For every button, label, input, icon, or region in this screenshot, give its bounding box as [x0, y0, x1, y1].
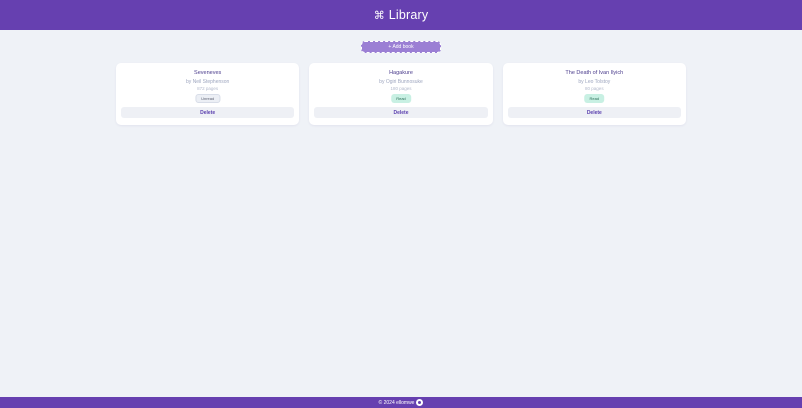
- read-status-toggle[interactable]: Read: [584, 94, 605, 103]
- add-book-button[interactable]: + Add book: [361, 41, 441, 53]
- book-title: The Death of Ivan Ilyich: [565, 70, 624, 76]
- delete-button[interactable]: Delete: [507, 107, 681, 118]
- read-status-toggle[interactable]: Unread: [195, 94, 221, 103]
- toolbar: + Add book: [0, 41, 802, 53]
- book-title: Seveneves: [194, 70, 222, 76]
- app-footer: © 2024 ellomwe: [0, 397, 802, 408]
- book-author: by Neil Stephenson: [185, 79, 230, 85]
- copyright-text: © 2024 ellomwe: [378, 399, 415, 406]
- book-title: Hagakure: [389, 70, 413, 76]
- book-card: Seveneves by Neil Stephenson 872 pages U…: [116, 63, 300, 125]
- delete-button[interactable]: Delete: [314, 107, 488, 118]
- delete-button[interactable]: Delete: [121, 107, 295, 118]
- app-title: Library: [388, 8, 429, 22]
- book-pages: 80 pages: [585, 86, 604, 91]
- book-author: by Leo Tolstoy: [578, 79, 611, 85]
- read-status-toggle[interactable]: Read: [391, 94, 411, 103]
- app-header: ⌘ Library: [0, 0, 802, 30]
- book-grid-icon: ⌘: [373, 9, 385, 22]
- book-pages: 872 pages: [197, 86, 219, 91]
- github-icon[interactable]: [416, 399, 424, 406]
- book-card: The Death of Ivan Ilyich by Leo Tolstoy …: [502, 63, 686, 125]
- book-list: Seveneves by Neil Stephenson 872 pages U…: [116, 63, 686, 125]
- book-pages: 180 pages: [390, 86, 412, 91]
- book-author: by Ogiri Bunnosuke: [379, 79, 423, 85]
- book-card: Hagakure by Ogiri Bunnosuke 180 pages Re…: [309, 63, 493, 125]
